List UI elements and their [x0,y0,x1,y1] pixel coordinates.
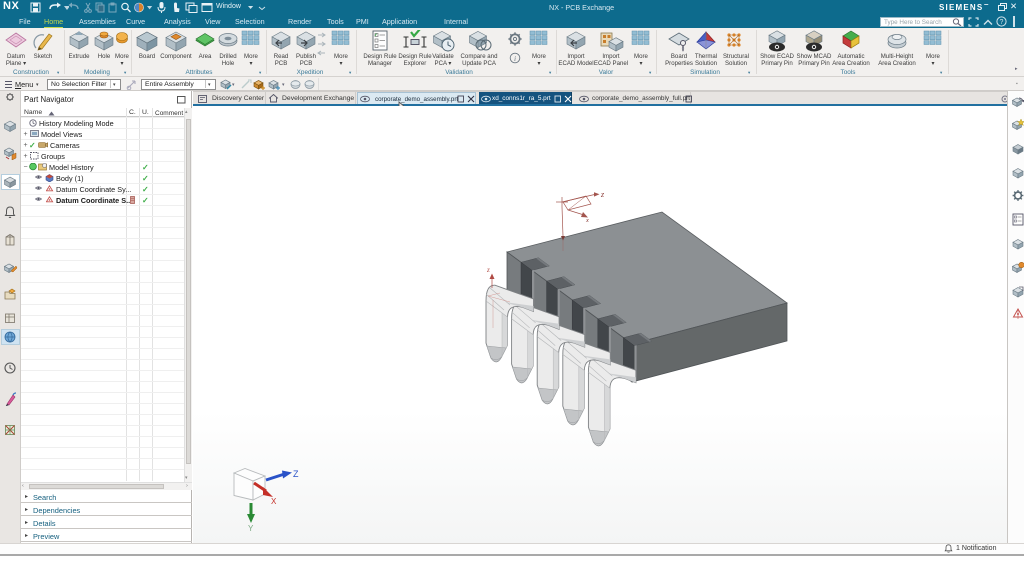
svg-text:z: z [486,266,490,274]
svg-text:Z: Z [293,469,299,479]
svg-text:z: z [600,190,605,199]
svg-text:Y: Y [248,524,254,533]
svg-text:?: ? [1000,19,1004,26]
svg-text:X: X [271,497,277,506]
svg-text:x: x [585,217,589,224]
